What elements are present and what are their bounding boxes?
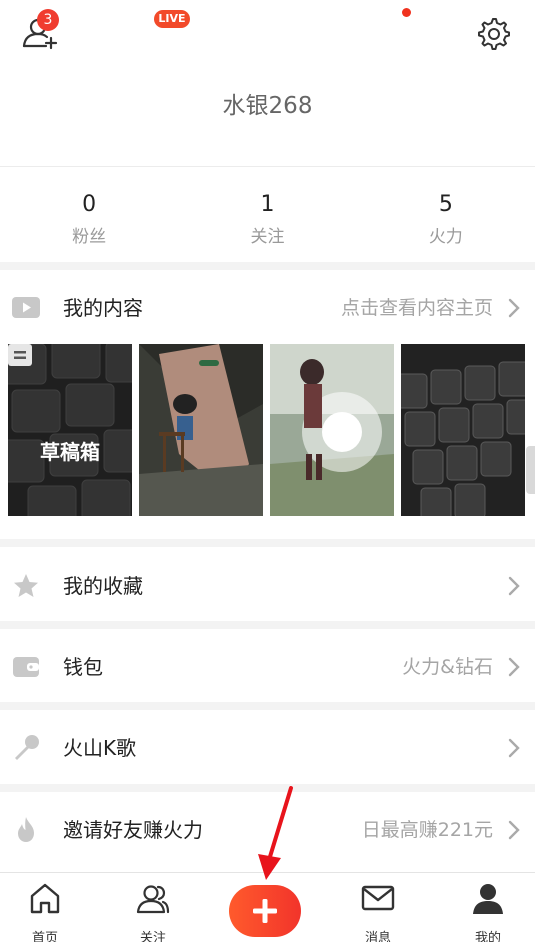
envelope-icon: [361, 885, 395, 911]
tab-label: 我的: [474, 931, 501, 942]
draft-icon: [8, 344, 32, 366]
notification-badge: 3: [37, 9, 59, 31]
stat-firepower[interactable]: 5 火力: [357, 190, 535, 250]
chevron-right-icon: [508, 657, 520, 677]
section-gap: [0, 539, 535, 547]
star-icon: [14, 574, 38, 597]
draft-box-label: 草稿箱: [40, 440, 100, 464]
tab-label: 关注: [139, 931, 166, 942]
chevron-right-icon: [508, 298, 520, 318]
keyboard-image: [8, 344, 132, 516]
video-thumbnail[interactable]: [270, 344, 394, 516]
my-content-row[interactable]: 我的内容 点击查看内容主页: [0, 274, 535, 342]
tab-me[interactable]: 我的: [443, 873, 533, 942]
plus-icon: [253, 899, 277, 923]
favorites-row[interactable]: 我的收藏: [0, 552, 535, 620]
stat-followers[interactable]: 0 粉丝: [0, 190, 178, 250]
row-title: 火山K歌: [63, 736, 137, 760]
keyboard-image: [401, 344, 525, 516]
wallet-icon: [13, 657, 39, 677]
chevron-right-icon: [508, 576, 520, 596]
gear-icon: [478, 18, 510, 50]
video-thumbnail[interactable]: [139, 344, 263, 516]
tab-label: 首页: [31, 931, 58, 942]
anime-glow-image: [270, 344, 394, 516]
figurine-image: [139, 344, 263, 516]
tab-label: 消息: [364, 931, 391, 942]
karaoke-row[interactable]: 火山K歌: [0, 714, 535, 782]
row-title: 我的内容: [63, 296, 143, 320]
microphone-icon: [15, 735, 39, 760]
stat-label: 关注: [250, 227, 285, 247]
section-gap: [0, 621, 535, 629]
home-icon: [30, 883, 60, 914]
tab-home[interactable]: 首页: [0, 873, 90, 942]
row-hint: 日最高赚221元: [361, 819, 493, 841]
row-title: 钱包: [63, 655, 103, 679]
message-unread-dot: [402, 8, 411, 17]
video-thumbnail[interactable]: [401, 344, 525, 516]
row-hint: 点击查看内容主页: [340, 297, 493, 319]
section-gap: [0, 702, 535, 710]
stat-value: 5: [438, 192, 453, 217]
row-title: 我的收藏: [63, 574, 143, 598]
chevron-right-icon: [508, 738, 520, 758]
stat-value: 0: [82, 192, 97, 217]
top-bar: 3: [0, 0, 535, 68]
scroll-handle[interactable]: [526, 446, 535, 494]
play-icon: [12, 297, 40, 318]
person-icon: [473, 884, 503, 914]
chevron-right-icon: [508, 820, 520, 840]
content-thumbnails: 草稿箱: [8, 344, 535, 516]
people-icon: [136, 885, 170, 914]
settings-button[interactable]: [476, 16, 510, 50]
stat-label: 火力: [428, 227, 463, 247]
create-button[interactable]: [229, 885, 301, 937]
live-badge: LIVE: [154, 10, 190, 28]
stats-row: 0 粉丝 1 关注 5 火力: [0, 190, 535, 250]
draft-box-thumbnail[interactable]: 草稿箱: [8, 344, 132, 516]
flame-icon: [18, 817, 34, 842]
stat-value: 1: [260, 192, 275, 217]
stat-following[interactable]: 1 关注: [178, 190, 356, 250]
tab-following[interactable]: 关注: [108, 873, 198, 942]
tab-messages[interactable]: 消息: [333, 873, 423, 942]
wallet-row[interactable]: 钱包 火力&钻石: [0, 633, 535, 701]
divider: [0, 166, 535, 167]
stat-label: 粉丝: [72, 227, 107, 247]
annotation-arrow: [258, 786, 293, 880]
username: 水银268: [222, 93, 313, 119]
section-gap: [0, 262, 535, 270]
row-title: 邀请好友赚火力: [63, 818, 203, 842]
row-hint: 火力&钻石: [402, 656, 493, 678]
